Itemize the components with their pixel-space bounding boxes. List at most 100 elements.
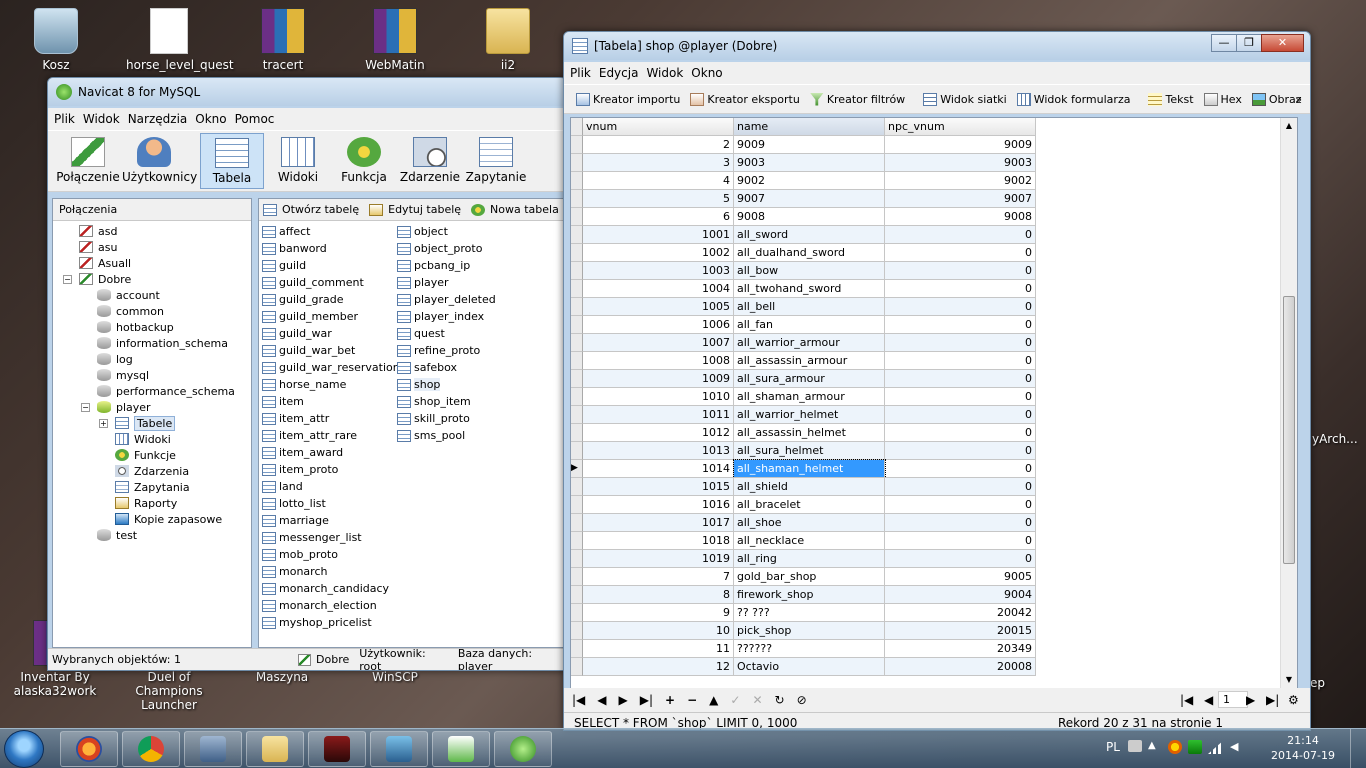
grid-cell-npc_vnum[interactable]: 20042 (885, 604, 1036, 622)
grid-cell-vnum[interactable]: 1004 (583, 280, 734, 298)
row-indicator[interactable] (571, 604, 583, 622)
row-indicator[interactable] (571, 316, 583, 334)
grid-cell-name[interactable]: all_shaman_helmet (733, 459, 886, 479)
menu-narzedzia[interactable]: Narzędzia (128, 112, 188, 126)
table-item[interactable]: item_award (262, 444, 343, 461)
tree-item[interactable]: hotbackup (97, 319, 174, 335)
row-indicator[interactable] (571, 514, 583, 532)
table-item[interactable]: guild_member (262, 308, 358, 325)
grid-cell-vnum[interactable]: 1008 (583, 352, 734, 370)
page-last-button[interactable]: ▶| (1266, 693, 1279, 707)
table-item[interactable]: object (397, 223, 448, 240)
grid-cell-npc_vnum[interactable]: 0 (885, 550, 1036, 568)
grid-cell-npc_vnum[interactable]: 9009 (885, 136, 1036, 154)
tree-item[interactable]: asu (79, 239, 117, 255)
open-table-button[interactable]: Otwórz tabelę (263, 203, 359, 216)
grid-cell-name[interactable]: 9009 (734, 136, 885, 154)
table-item[interactable]: item (262, 393, 304, 410)
taskbar-game-button[interactable] (308, 731, 366, 767)
row-indicator[interactable] (571, 172, 583, 190)
menu-edycja[interactable]: Edycja (599, 66, 639, 80)
form-view-button[interactable]: Widok formularza (1016, 92, 1130, 106)
grid-cell-vnum[interactable]: 1012 (583, 424, 734, 442)
grid-cell-name[interactable]: all_bell (734, 298, 885, 316)
grid-cell-vnum[interactable]: 1006 (583, 316, 734, 334)
grid-cell-npc_vnum[interactable]: 0 (885, 478, 1036, 496)
language-indicator[interactable]: PL (1106, 740, 1120, 754)
grid-cell-name[interactable]: 9002 (734, 172, 885, 190)
tool-user[interactable]: Użytkownicy (122, 133, 197, 189)
table-item[interactable]: lotto_list (262, 495, 326, 512)
grid-cell-npc_vnum[interactable]: 0 (885, 226, 1036, 244)
desktop-icon[interactable]: ii2 (465, 8, 551, 72)
column-header-vnum[interactable]: vnum (583, 118, 734, 136)
table-item[interactable]: object_proto (397, 240, 482, 257)
keyboard-icon[interactable] (1128, 740, 1142, 752)
scroll-thumb[interactable] (1283, 296, 1295, 564)
grid-cell-vnum[interactable]: 5 (583, 190, 734, 208)
menu-okno[interactable]: Okno (195, 112, 226, 126)
taskbar-navicat-button[interactable] (494, 731, 552, 767)
table-item[interactable]: land (262, 478, 303, 495)
sun-icon[interactable] (1168, 740, 1182, 754)
row-indicator[interactable] (571, 586, 583, 604)
data-grid[interactable]: vnum name npc_vnum 2 9009 9009 3 9003 9003 4 9002 9… (570, 117, 1298, 689)
tree-item[interactable]: Raporty (115, 495, 177, 511)
table-item[interactable]: monarch_candidacy (262, 580, 389, 597)
table-titlebar[interactable]: [Tabela] shop @player (Dobre) — ❐ ✕ (564, 32, 1310, 60)
grid-cell-name[interactable]: all_dualhand_sword (734, 244, 885, 262)
tree-item[interactable]: asd (79, 223, 117, 239)
grid-cell-name[interactable]: all_sura_armour (734, 370, 885, 388)
tree-item[interactable]: − player (81, 399, 151, 415)
clock[interactable]: 21:14 2014-07-19 (1268, 733, 1338, 763)
row-indicator[interactable] (571, 532, 583, 550)
grid-cell-npc_vnum[interactable]: 0 (885, 532, 1036, 550)
grid-cell-vnum[interactable]: 1010 (583, 388, 734, 406)
first-record-button[interactable]: |◀ (572, 693, 585, 707)
grid-cell-npc_vnum[interactable]: 0 (885, 262, 1036, 280)
grid-cell-name[interactable]: all_bracelet (734, 496, 885, 514)
grid-cell-name[interactable]: all_shield (734, 478, 885, 496)
grid-cell-vnum[interactable]: 1002 (583, 244, 734, 262)
table-item[interactable]: guild_comment (262, 274, 364, 291)
grid-cell-vnum[interactable]: 1014 (583, 460, 734, 478)
tool-conn[interactable]: Połączenie (56, 133, 120, 189)
grid-cell-name[interactable]: all_warrior_armour (734, 334, 885, 352)
delete-record-button[interactable]: − (687, 693, 697, 707)
row-indicator[interactable] (571, 478, 583, 496)
prev-record-button[interactable]: ◀ (597, 693, 606, 707)
grid-cell-name[interactable]: all_assassin_helmet (734, 424, 885, 442)
tool-event[interactable]: Zdarzenie (398, 133, 462, 189)
menu-widok[interactable]: Widok (646, 66, 683, 80)
text-view-button[interactable]: Tekst (1148, 92, 1194, 106)
grid-cell-npc_vnum[interactable]: 0 (885, 406, 1036, 424)
grid-cell-npc_vnum[interactable]: 20008 (885, 658, 1036, 676)
row-indicator[interactable] (571, 640, 583, 658)
grid-cell-npc_vnum[interactable]: 0 (885, 388, 1036, 406)
table-item[interactable]: guild (262, 257, 306, 274)
table-item[interactable]: monarch_election (262, 597, 377, 614)
table-item[interactable]: skill_proto (397, 410, 470, 427)
grid-cell-name[interactable]: all_warrior_helmet (734, 406, 885, 424)
taskbar-explorer-button[interactable] (246, 731, 304, 767)
grid-cell-vnum[interactable]: 1017 (583, 514, 734, 532)
table-item[interactable]: guild_war_reservation (262, 359, 400, 376)
row-indicator[interactable] (571, 334, 583, 352)
grid-cell-npc_vnum[interactable]: 0 (885, 442, 1036, 460)
table-item[interactable]: guild_war_bet (262, 342, 355, 359)
grid-cell-vnum[interactable]: 1009 (583, 370, 734, 388)
row-indicator[interactable] (571, 226, 583, 244)
scroll-up-arrow-icon[interactable]: ▲ (1281, 118, 1297, 134)
grid-cell-npc_vnum[interactable]: 0 (885, 280, 1036, 298)
hex-view-button[interactable]: Hex (1203, 92, 1242, 106)
row-indicator[interactable] (571, 370, 583, 388)
export-wizard-button[interactable]: Kreator eksportu (690, 92, 800, 106)
signal-icon[interactable] (1208, 740, 1224, 754)
grid-cell-name[interactable]: all_shaman_armour (734, 388, 885, 406)
grid-cell-npc_vnum[interactable]: 0 (885, 514, 1036, 532)
grid-cell-npc_vnum[interactable]: 0 (885, 298, 1036, 316)
table-item[interactable]: item_attr_rare (262, 427, 357, 444)
grid-cell-vnum[interactable]: 3 (583, 154, 734, 172)
tree-item[interactable]: Widoki (115, 431, 171, 447)
row-indicator[interactable] (571, 136, 583, 154)
